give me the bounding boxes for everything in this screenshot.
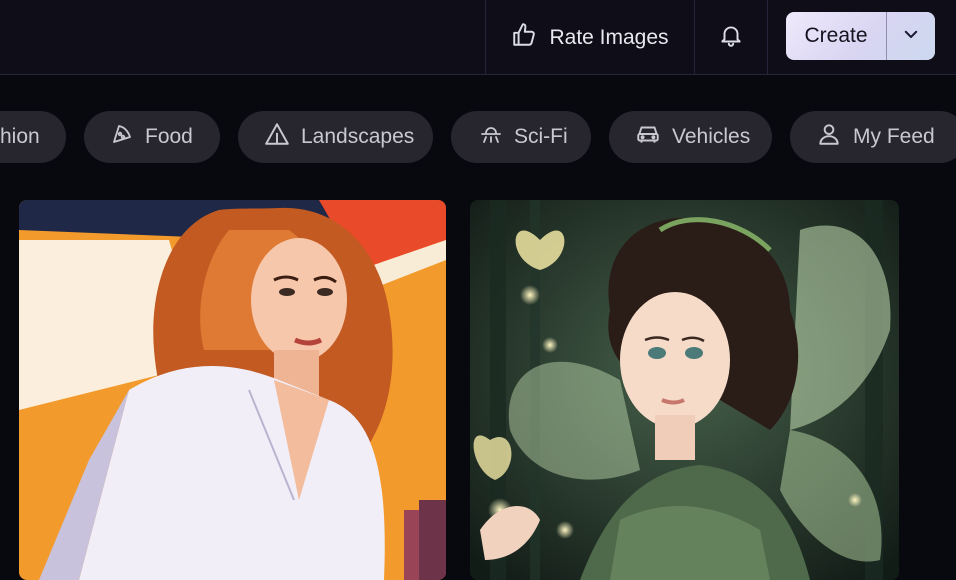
category-label: Sci-Fi xyxy=(514,125,568,148)
category-chip-vehicles[interactable]: Vehicles xyxy=(609,111,772,163)
mountain-icon xyxy=(264,121,290,153)
category-bar: hion Food Landscapes Sci-Fi Vehicles My … xyxy=(0,111,956,163)
pizza-icon xyxy=(110,122,134,152)
create-button[interactable]: Create xyxy=(786,12,887,60)
rate-images-label: Rate Images xyxy=(549,25,669,49)
category-label: My Feed xyxy=(853,125,935,148)
car-icon xyxy=(635,121,661,153)
notifications-button[interactable] xyxy=(695,0,768,75)
gallery-card[interactable] xyxy=(470,200,899,580)
artwork-image xyxy=(19,200,446,580)
category-chip-fashion[interactable]: hion xyxy=(0,111,66,163)
gallery-card[interactable] xyxy=(19,200,446,580)
create-button-group: Create xyxy=(786,12,935,60)
create-options-button[interactable] xyxy=(887,12,935,60)
user-icon xyxy=(816,121,842,153)
category-label: Food xyxy=(145,125,193,148)
category-label: hion xyxy=(0,125,40,148)
rate-images-button[interactable]: Rate Images xyxy=(485,0,695,75)
category-chip-food[interactable]: Food xyxy=(84,111,220,163)
category-chip-landscapes[interactable]: Landscapes xyxy=(238,111,433,163)
top-bar: Rate Images Create xyxy=(0,0,956,75)
category-label: Landscapes xyxy=(301,125,415,148)
category-chip-my-feed[interactable]: My Feed xyxy=(790,111,956,163)
ufo-icon xyxy=(479,122,503,152)
artwork-image xyxy=(470,200,899,580)
chevron-down-icon xyxy=(902,25,920,48)
category-chip-sci-fi[interactable]: Sci-Fi xyxy=(451,111,591,163)
thumbs-up-icon xyxy=(511,22,537,54)
bell-icon xyxy=(718,22,744,53)
category-label: Vehicles xyxy=(672,125,751,148)
